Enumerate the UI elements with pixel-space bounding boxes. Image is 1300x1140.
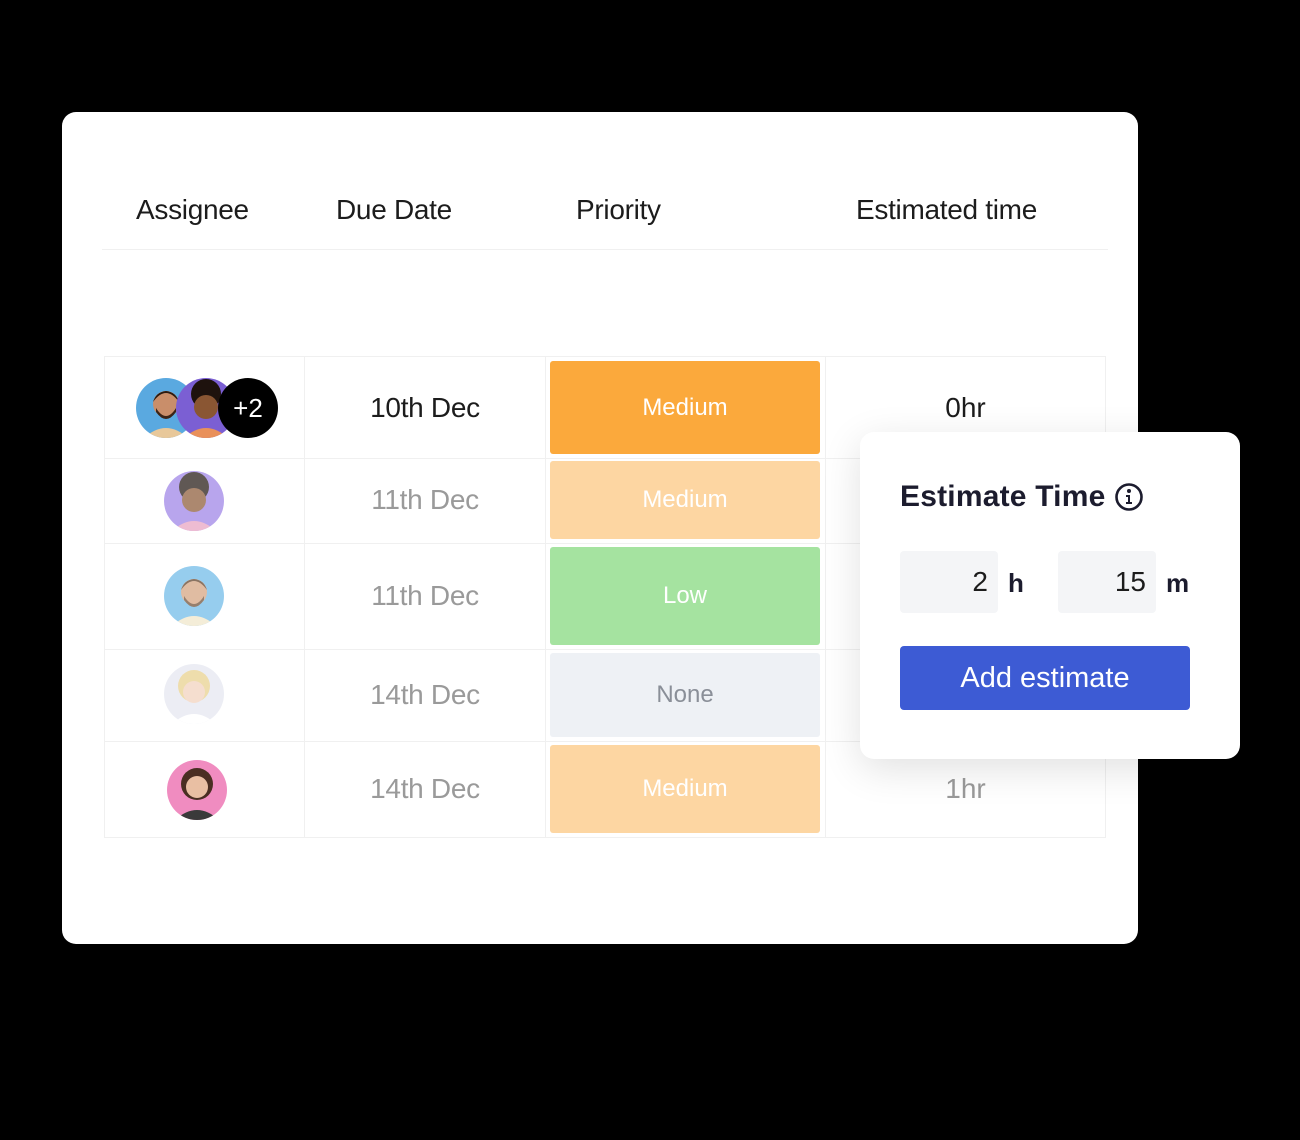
priority-cell[interactable]: Medium — [546, 357, 826, 458]
assignee-cell[interactable] — [104, 741, 305, 837]
due-date-cell[interactable]: 10th Dec — [305, 357, 546, 458]
header-priority[interactable]: Priority — [576, 194, 661, 226]
hours-input[interactable] — [900, 551, 998, 613]
assignee-cell[interactable] — [104, 649, 305, 741]
assignee-cell[interactable]: +2 — [104, 357, 305, 458]
priority-badge[interactable]: None — [550, 653, 820, 737]
avatar — [164, 664, 224, 724]
avatar — [164, 566, 224, 626]
header-assignee[interactable]: Assignee — [136, 194, 249, 226]
priority-badge[interactable]: Medium — [550, 461, 820, 539]
due-date-cell[interactable]: 14th Dec — [305, 741, 546, 837]
assignee-cell[interactable] — [104, 543, 305, 649]
popup-title: Estimate Time — [900, 480, 1106, 513]
info-icon[interactable] — [1114, 482, 1144, 512]
add-estimate-button[interactable]: Add estimate — [900, 646, 1190, 710]
due-date-cell[interactable]: 14th Dec — [305, 649, 546, 741]
estimate-time-popup: Estimate Time h m Add estimate — [860, 432, 1240, 759]
priority-cell[interactable]: Low — [546, 543, 826, 649]
priority-cell[interactable]: Medium — [546, 741, 826, 837]
priority-cell[interactable]: Medium — [546, 457, 826, 543]
avatar — [167, 760, 227, 820]
more-assignees-badge[interactable]: +2 — [218, 378, 278, 438]
table-header: Assignee Due Date Priority Estimated tim… — [102, 172, 1108, 250]
avatar — [164, 471, 224, 531]
header-due-date[interactable]: Due Date — [336, 194, 452, 226]
hours-unit-label: h — [1008, 568, 1024, 598]
priority-cell[interactable]: None — [546, 649, 826, 741]
due-date-cell[interactable]: 11th Dec — [305, 543, 546, 649]
due-date-cell[interactable]: 11th Dec — [305, 457, 546, 543]
header-estimated-time[interactable]: Estimated time — [856, 194, 1037, 226]
priority-badge[interactable]: Medium — [550, 361, 820, 454]
minutes-input[interactable] — [1058, 551, 1156, 613]
assignee-cell[interactable] — [104, 457, 305, 543]
minutes-unit-label: m — [1166, 568, 1190, 598]
priority-badge[interactable]: Medium — [550, 745, 820, 833]
priority-badge[interactable]: Low — [550, 547, 820, 645]
